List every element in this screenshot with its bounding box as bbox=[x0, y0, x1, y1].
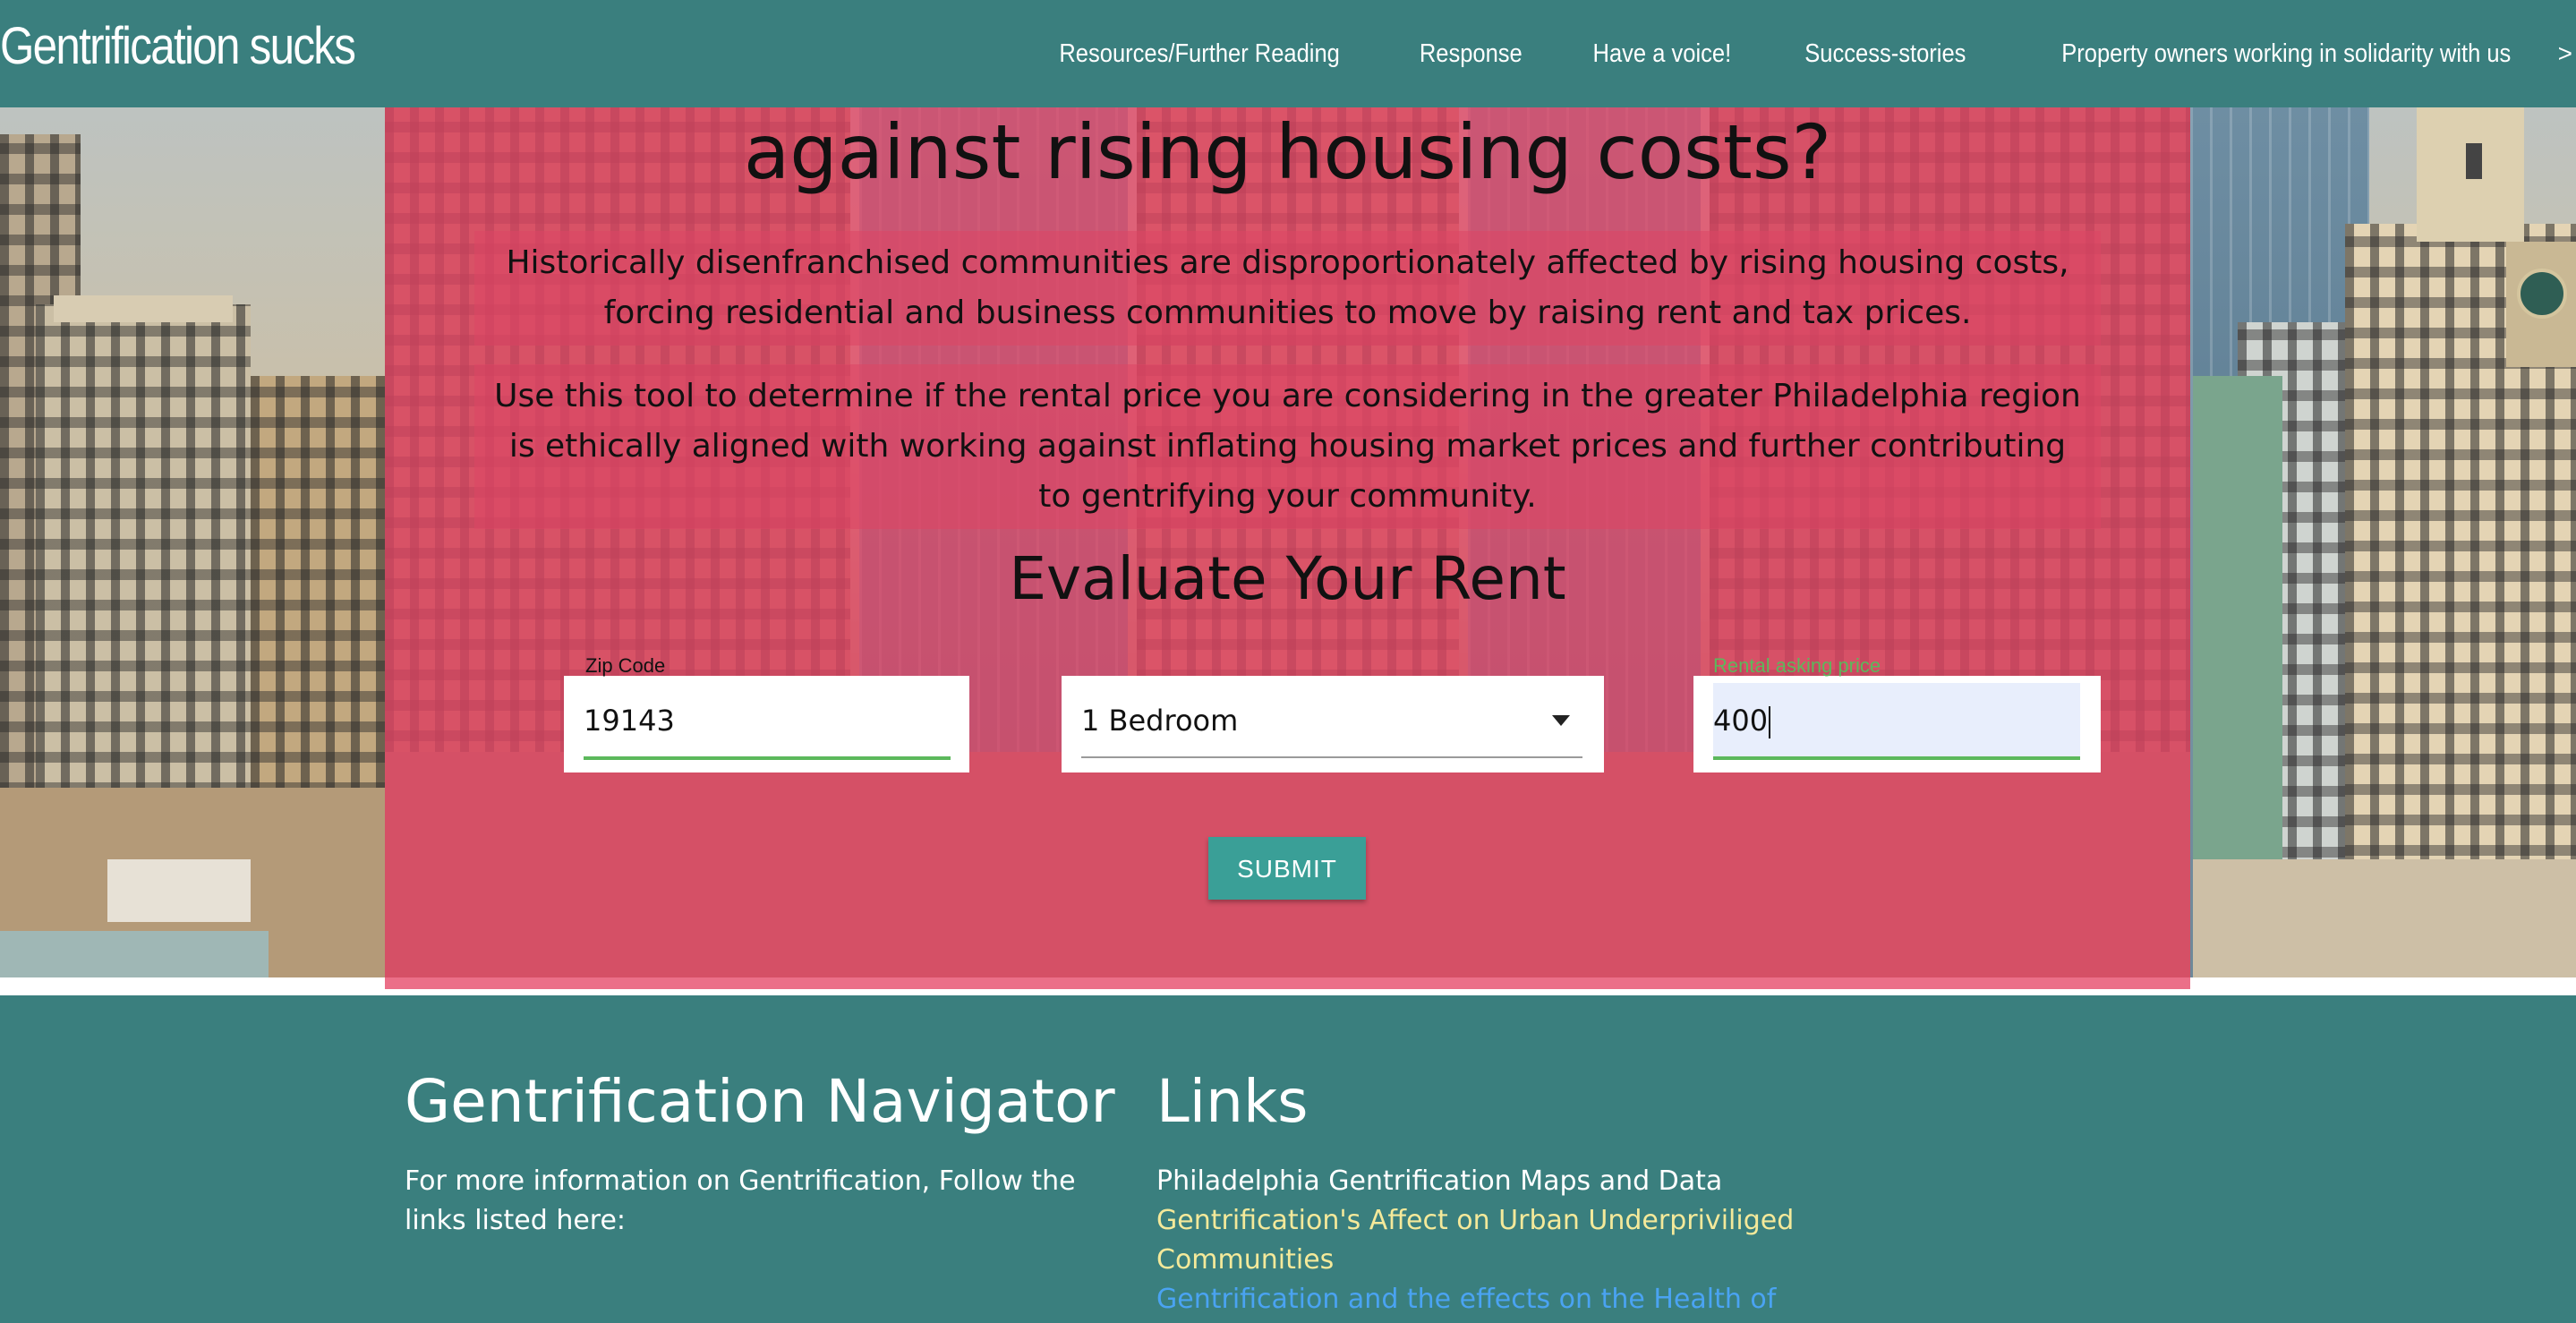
nav-link-response[interactable]: Response bbox=[1420, 39, 1523, 69]
brand-logo-link[interactable]: Gentrification sucks bbox=[0, 16, 356, 76]
footer-links-list: Philadelphia Gentrification Maps and Dat… bbox=[1156, 1162, 1837, 1319]
rental-price-label: Rental asking price bbox=[1713, 654, 1881, 677]
footer-links-title: Links bbox=[1156, 1067, 1309, 1136]
nav-link-resources[interactable]: Resources/Further Reading bbox=[1059, 39, 1339, 69]
nav-more-icon[interactable]: > bbox=[2558, 39, 2572, 68]
bedroom-select-field: 1 Bedroom bbox=[1062, 676, 1604, 772]
headline: against rising housing costs? bbox=[743, 108, 1832, 196]
nav-link-have-a-voice[interactable]: Have a voice! bbox=[1592, 39, 1731, 69]
footer-link-maps-data[interactable]: Philadelphia Gentrification Maps and Dat… bbox=[1156, 1162, 1837, 1201]
headline-container: against rising housing costs? bbox=[385, 107, 2190, 197]
evaluate-rent-title: Evaluate Your Rent bbox=[1009, 544, 1566, 613]
bedroom-select-underline bbox=[1081, 756, 1582, 758]
footer-navigator-title: Gentrification Navigator bbox=[405, 1067, 1115, 1136]
page-footer: Gentrification Navigator For more inform… bbox=[0, 995, 2576, 1323]
zip-code-underline bbox=[584, 756, 951, 760]
footer-link-urban-communities[interactable]: Gentrification's Affect on Urban Underpr… bbox=[1156, 1201, 1837, 1280]
footer-navigator-text: For more information on Gentrification, … bbox=[405, 1165, 1076, 1236]
submit-button[interactable]: SUBMIT bbox=[1208, 837, 1366, 900]
intro-paragraph: Historically disenfranchised communities… bbox=[474, 231, 2101, 346]
zip-code-input[interactable]: 19143 bbox=[584, 685, 960, 756]
rental-price-input[interactable]: 400 bbox=[1713, 685, 2071, 756]
footer-link-health-effects[interactable]: Gentrification and the effects on the He… bbox=[1156, 1280, 1837, 1319]
zip-code-label: Zip Code bbox=[585, 654, 666, 677]
nav-link-property-owners[interactable]: Property owners working in solidarity wi… bbox=[2061, 39, 2511, 69]
rental-price-underline bbox=[1713, 756, 2080, 760]
rental-price-field: Rental asking price 400 bbox=[1693, 654, 2101, 772]
nav-links: Resources/Further Reading Response Have … bbox=[986, 0, 2576, 107]
tool-description-paragraph: Use this tool to determine if the rental… bbox=[474, 364, 2101, 529]
rent-evaluator-panel: against rising housing costs? Historical… bbox=[385, 107, 2190, 989]
nav-link-success-stories[interactable]: Success-stories bbox=[1805, 39, 1966, 69]
top-navbar: Gentrification sucks Resources/Further R… bbox=[0, 0, 2576, 107]
rental-price-value: 400 bbox=[1713, 704, 1769, 738]
bedroom-select[interactable]: 1 Bedroom bbox=[1081, 685, 1529, 756]
chevron-down-icon[interactable] bbox=[1552, 715, 1570, 726]
zip-code-field: Zip Code 19143 bbox=[564, 654, 969, 772]
text-cursor bbox=[1769, 706, 1771, 738]
